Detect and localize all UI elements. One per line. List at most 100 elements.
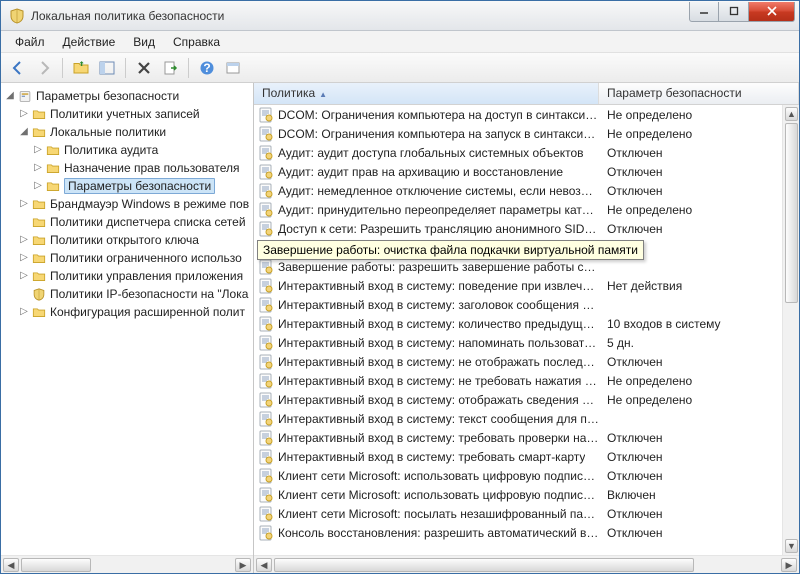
- expand-icon[interactable]: ▷: [17, 253, 31, 263]
- policy-icon: [258, 335, 274, 351]
- scroll-thumb[interactable]: [21, 558, 91, 572]
- tree-item[interactable]: ▷Политики учетных записей: [3, 105, 253, 123]
- scroll-up-icon[interactable]: ▲: [785, 107, 798, 121]
- sort-asc-icon: ▲: [319, 90, 327, 99]
- policy-value: 10 входов в систему: [599, 317, 799, 331]
- tree-hscrollbar[interactable]: ◀ ▶: [1, 555, 253, 573]
- expand-icon[interactable]: ▷: [17, 307, 31, 317]
- tree-item[interactable]: ▷Брандмауэр Windows в режиме пов: [3, 195, 253, 213]
- policy-list[interactable]: DCOM: Ограничения компьютера на доступ в…: [254, 105, 799, 555]
- policy-name: Интерактивный вход в систему: поведение …: [278, 279, 599, 293]
- tree-root[interactable]: ◢Параметры безопасности: [3, 87, 253, 105]
- tree-item[interactable]: ◢Локальные политики: [3, 123, 253, 141]
- up-button[interactable]: [70, 57, 92, 79]
- list-row[interactable]: Аудит: немедленное отключение системы, е…: [254, 181, 799, 200]
- policy-icon: [258, 373, 274, 389]
- policy-name: Аудит: принудительно переопределяет пара…: [278, 203, 599, 217]
- scroll-down-icon[interactable]: ▼: [785, 539, 798, 553]
- policy-icon: [258, 449, 274, 465]
- list-row[interactable]: Интерактивный вход в систему: требовать …: [254, 447, 799, 466]
- expand-icon[interactable]: ▷: [17, 199, 31, 209]
- policy-icon: [258, 202, 274, 218]
- list-vscrollbar[interactable]: ▲ ▼: [782, 105, 799, 555]
- collapse-icon[interactable]: ◢: [3, 91, 17, 101]
- list-row[interactable]: Интерактивный вход в систему: напоминать…: [254, 333, 799, 352]
- expand-icon[interactable]: ▷: [17, 235, 31, 245]
- tree-item-selected[interactable]: ▷Параметры безопасности: [3, 177, 253, 195]
- scroll-right-icon[interactable]: ▶: [235, 558, 251, 572]
- back-button[interactable]: [7, 57, 29, 79]
- tree-item[interactable]: ▷Политики IP-безопасности на "Лока: [3, 285, 253, 303]
- tree-item[interactable]: ▷Конфигурация расширенной полит: [3, 303, 253, 321]
- tree[interactable]: ◢Параметры безопасности ▷Политики учетны…: [1, 87, 253, 555]
- app-icon: [9, 8, 25, 24]
- policy-value: Не определено: [599, 108, 799, 122]
- forward-button[interactable]: [33, 57, 55, 79]
- policy-value: 5 дн.: [599, 336, 799, 350]
- scroll-thumb[interactable]: [274, 558, 694, 572]
- list-row[interactable]: Клиент сети Microsoft: использовать цифр…: [254, 485, 799, 504]
- tree-item[interactable]: ▷Политики открытого ключа: [3, 231, 253, 249]
- list-row[interactable]: Интерактивный вход в систему: поведение …: [254, 276, 799, 295]
- list-row[interactable]: Клиент сети Microsoft: посылать незашифр…: [254, 504, 799, 523]
- policy-name: Интерактивный вход в систему: требовать …: [278, 431, 599, 445]
- maximize-button[interactable]: [719, 2, 749, 22]
- col-policy[interactable]: Политика▲: [254, 83, 599, 104]
- policy-name: Завершение работы: разрешить завершение …: [278, 260, 599, 274]
- list-row[interactable]: Доступ к сети: Разрешить трансляцию анон…: [254, 219, 799, 238]
- list-row[interactable]: Аудит: аудит прав на архивацию и восстан…: [254, 162, 799, 181]
- list-row[interactable]: Интерактивный вход в систему: заголовок …: [254, 295, 799, 314]
- tree-item[interactable]: ▷Политики управления приложения: [3, 267, 253, 285]
- menu-file[interactable]: Файл: [7, 33, 53, 51]
- delete-button[interactable]: [133, 57, 155, 79]
- help-button[interactable]: ?: [196, 57, 218, 79]
- scroll-left-icon[interactable]: ◀: [256, 558, 272, 572]
- list-row[interactable]: Консоль восстановления: разрешить автома…: [254, 523, 799, 542]
- column-headers: Политика▲ Параметр безопасности: [254, 83, 799, 105]
- policy-icon: [258, 506, 274, 522]
- menu-help[interactable]: Справка: [165, 33, 228, 51]
- menu-action[interactable]: Действие: [55, 33, 124, 51]
- list-hscrollbar[interactable]: ◀ ▶: [254, 555, 799, 573]
- policy-value: Отключен: [599, 222, 799, 236]
- expand-icon[interactable]: ▷: [31, 181, 45, 191]
- expand-icon[interactable]: ▷: [17, 109, 31, 119]
- list-row[interactable]: Интерактивный вход в систему: не отображ…: [254, 352, 799, 371]
- col-param[interactable]: Параметр безопасности: [599, 83, 799, 104]
- policy-name: Доступ к сети: Разрешить трансляцию анон…: [278, 222, 599, 236]
- list-row[interactable]: Интерактивный вход в систему: требовать …: [254, 428, 799, 447]
- policy-icon: [258, 487, 274, 503]
- policy-value: Отключен: [599, 526, 799, 540]
- scroll-right-icon[interactable]: ▶: [781, 558, 797, 572]
- collapse-icon[interactable]: ◢: [17, 127, 31, 137]
- minimize-button[interactable]: [689, 2, 719, 22]
- menu-view[interactable]: Вид: [125, 33, 163, 51]
- list-row[interactable]: DCOM: Ограничения компьютера на доступ в…: [254, 105, 799, 124]
- policy-name: Клиент сети Microsoft: посылать незашифр…: [278, 507, 599, 521]
- show-tree-button[interactable]: [96, 57, 118, 79]
- list-row[interactable]: Клиент сети Microsoft: использовать цифр…: [254, 466, 799, 485]
- policy-icon: [258, 525, 274, 541]
- expand-icon[interactable]: ▷: [31, 163, 45, 173]
- policy-icon: [258, 468, 274, 484]
- scroll-thumb[interactable]: [785, 123, 798, 303]
- close-button[interactable]: [749, 2, 795, 22]
- list-row[interactable]: DCOM: Ограничения компьютера на запуск в…: [254, 124, 799, 143]
- tree-item[interactable]: ▷Назначение прав пользователя: [3, 159, 253, 177]
- properties-button[interactable]: [222, 57, 244, 79]
- tree-item[interactable]: ▷Политика аудита: [3, 141, 253, 159]
- tree-item[interactable]: ▷Политики диспетчера списка сетей: [3, 213, 253, 231]
- list-row[interactable]: Аудит: аудит доступа глобальных системны…: [254, 143, 799, 162]
- export-button[interactable]: [159, 57, 181, 79]
- policy-name: Аудит: немедленное отключение системы, е…: [278, 184, 599, 198]
- expand-icon[interactable]: ▷: [17, 271, 31, 281]
- list-row[interactable]: Интерактивный вход в систему: отображать…: [254, 390, 799, 409]
- list-row[interactable]: Интерактивный вход в систему: не требова…: [254, 371, 799, 390]
- tree-pane: ◢Параметры безопасности ▷Политики учетны…: [1, 83, 254, 573]
- list-row[interactable]: Аудит: принудительно переопределяет пара…: [254, 200, 799, 219]
- list-row[interactable]: Интерактивный вход в систему: текст сооб…: [254, 409, 799, 428]
- expand-icon[interactable]: ▷: [31, 145, 45, 155]
- scroll-left-icon[interactable]: ◀: [3, 558, 19, 572]
- tree-item[interactable]: ▷Политики ограниченного использо: [3, 249, 253, 267]
- list-row[interactable]: Интерактивный вход в систему: количество…: [254, 314, 799, 333]
